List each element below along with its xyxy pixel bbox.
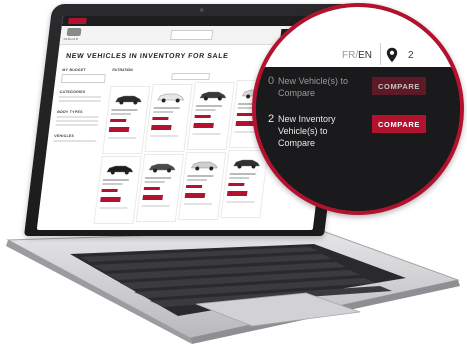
vehicle-name-line	[111, 109, 138, 111]
divider	[380, 43, 381, 65]
sort-select[interactable]	[171, 73, 211, 80]
vehicle-price	[143, 187, 161, 190]
webcam-icon	[199, 8, 204, 12]
vehicle-card[interactable]	[135, 154, 185, 222]
language-fr[interactable]: FR	[342, 50, 355, 61]
vehicle-details-button[interactable]	[226, 191, 248, 196]
language-en[interactable]: EN	[358, 50, 372, 61]
compare-row-inventory: 2 New Inventory Vehicle(s) to Compare CO…	[268, 113, 458, 149]
compare-inventory-button[interactable]: COMPARE	[372, 115, 426, 133]
compare-magnifier: FR/EN 2 0 New Vehicle(s) to Compare COMP…	[252, 3, 464, 215]
vehicle-meta-line	[226, 201, 255, 203]
budget-label: MY BUDGET	[62, 68, 87, 72]
vehicle-price	[228, 183, 245, 186]
vehicle-name-line	[102, 179, 129, 181]
vehicle-meta-line	[183, 203, 213, 205]
category-option[interactable]	[58, 100, 101, 102]
vehicle-name-line	[187, 175, 214, 177]
vehicle-details-button[interactable]	[142, 195, 164, 200]
budget-input[interactable]	[60, 74, 106, 83]
vehicle-details-button[interactable]	[193, 123, 214, 128]
vehicle-price	[152, 117, 169, 120]
vehicle-details-button[interactable]	[184, 193, 206, 198]
new-compare-label: New Vehicle(s) to Compare	[278, 76, 349, 98]
vehicle-option[interactable]	[53, 140, 96, 142]
vehicle-image[interactable]	[147, 161, 178, 173]
vehicle-card[interactable]	[102, 86, 151, 154]
vehicle-detail-line	[110, 113, 132, 115]
inventory-count: 2	[268, 113, 275, 125]
vehicle-image[interactable]	[155, 91, 186, 103]
new-count: 0	[268, 75, 275, 87]
vehicle-price	[194, 115, 211, 118]
vehicles-label: VEHICLES	[54, 134, 75, 138]
vehicle-card[interactable]	[93, 156, 142, 224]
vehicle-image[interactable]	[198, 89, 229, 101]
vehicle-details-button[interactable]	[100, 197, 121, 202]
body-type-option[interactable]	[56, 116, 99, 118]
vehicle-card[interactable]	[186, 82, 235, 150]
vehicle-meta-line	[99, 207, 128, 209]
category-option[interactable]	[58, 96, 102, 98]
vehicle-detail-line	[228, 177, 250, 179]
page-title: NEW VEHICLES IN INVENTORY FOR SALE	[65, 53, 229, 60]
vehicle-image[interactable]	[113, 93, 144, 105]
body-type-option[interactable]	[55, 120, 99, 122]
product-mockup: JAGUAR NEW VEHICLES IN INVENTORY FOR SAL…	[0, 0, 467, 344]
vehicle-price	[101, 189, 118, 192]
body-type-option[interactable]	[55, 124, 98, 126]
vehicle-detail-line	[153, 111, 174, 113]
vehicle-detail-line	[186, 179, 207, 181]
compare-count: 2	[408, 50, 414, 61]
vehicle-detail-line	[195, 109, 216, 111]
vehicle-details-button[interactable]	[151, 125, 172, 130]
laptop-deck	[0, 220, 467, 344]
topbar-badge[interactable]	[68, 18, 87, 24]
filter-label: FILTRATION	[112, 68, 133, 72]
location-pin-icon[interactable]	[386, 47, 398, 63]
language-bar: FR/EN 2	[256, 7, 460, 68]
vehicle-meta-line	[141, 205, 170, 207]
body-types-label: BODY TYPES	[56, 110, 83, 114]
vehicle-image[interactable]	[104, 163, 135, 175]
vehicle-price	[109, 119, 127, 122]
categories-label: CATEGORIES	[59, 90, 86, 94]
compare-new-button[interactable]: COMPARE	[372, 77, 426, 95]
vehicle-meta-line	[192, 133, 221, 135]
nav-search-input[interactable]	[170, 30, 214, 40]
language-switch[interactable]: FR/EN	[342, 50, 372, 61]
compare-dropdown: 0 New Vehicle(s) to Compare COMPARE 2 Ne…	[256, 67, 460, 211]
vehicle-meta-line	[150, 135, 179, 137]
vehicle-image[interactable]	[189, 159, 220, 171]
vehicle-meta-line	[107, 137, 137, 139]
vehicle-detail-line	[144, 181, 165, 183]
jaguar-logo-icon[interactable]	[66, 28, 82, 36]
vehicle-details-button[interactable]	[108, 127, 130, 132]
vehicle-name-line	[195, 105, 223, 107]
vehicle-price	[236, 113, 254, 116]
vehicle-card[interactable]	[144, 84, 193, 152]
vehicle-detail-line	[102, 183, 123, 185]
vehicle-name-line	[153, 107, 180, 109]
brand-name: JAGUAR	[62, 37, 79, 41]
vehicle-name-line	[229, 173, 256, 175]
vehicle-card[interactable]	[177, 152, 227, 220]
vehicle-name-line	[144, 177, 172, 179]
compare-row-new: 0 New Vehicle(s) to Compare COMPARE	[268, 75, 458, 111]
inventory-compare-label: New Inventory Vehicle(s) to Compare	[278, 114, 336, 148]
vehicle-price	[185, 185, 203, 188]
